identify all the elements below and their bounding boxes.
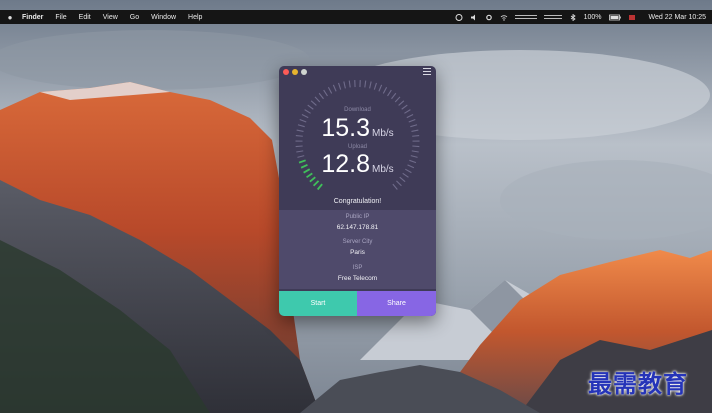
- minimize-button[interactable]: [292, 69, 298, 75]
- menu-help[interactable]: Help: [188, 14, 202, 21]
- menu-file[interactable]: File: [55, 14, 66, 21]
- status-area: 100% Wed 22 Mar 10:25: [455, 13, 706, 21]
- gauge-tick: [343, 81, 346, 89]
- gauge-tick: [327, 86, 333, 94]
- gauge-tick: [394, 96, 401, 103]
- download-speed: 15.3 Mb/s: [279, 114, 436, 143]
- start-button[interactable]: Start: [279, 291, 357, 316]
- upload-speed: 12.8 Mb/s: [279, 150, 436, 179]
- public-ip-label: Public IP: [345, 214, 370, 220]
- menu-bar: ● Finder File Edit View Go Window Help 1…: [0, 10, 712, 24]
- download-unit: Mb/s: [372, 128, 394, 139]
- gauge-tick: [396, 180, 402, 187]
- bluetooth-icon[interactable]: [569, 13, 577, 21]
- gauge-tick: [332, 84, 337, 92]
- zoom-button[interactable]: [301, 69, 307, 75]
- menu-clock[interactable]: Wed 22 Mar 10:25: [649, 14, 706, 21]
- gear-icon[interactable]: [485, 14, 493, 21]
- cpu-stats-icon[interactable]: [543, 14, 562, 21]
- gauge-tick: [364, 80, 367, 88]
- gauge-tick: [398, 100, 405, 106]
- wifi-icon[interactable]: [500, 14, 508, 21]
- share-button[interactable]: Share: [357, 291, 436, 316]
- flag-icon[interactable]: [628, 14, 636, 21]
- menu-icon[interactable]: [423, 68, 431, 75]
- battery-icon[interactable]: [608, 14, 621, 21]
- gauge-tick: [314, 96, 321, 103]
- volume-icon[interactable]: [470, 14, 478, 21]
- gauge-tick: [378, 84, 383, 92]
- server-city-label: Server City: [342, 239, 373, 245]
- public-ip-value: 62.147.178.81: [336, 224, 379, 231]
- speedtest-window: Download 15.3 Mb/s Upload 12.8 Mb/s Congra…: [279, 66, 436, 316]
- menu-edit[interactable]: Edit: [79, 14, 91, 21]
- connection-info-panel: Public IP 62.147.178.81 Server City Pari…: [279, 210, 436, 289]
- gauge-tick: [373, 82, 377, 90]
- upload-unit: Mb/s: [372, 164, 394, 175]
- menu-app-name[interactable]: Finder: [22, 14, 43, 21]
- isp-value: Free Telecom: [337, 275, 378, 282]
- gauge-tick: [316, 183, 323, 191]
- result-message: Congratulation!: [333, 198, 382, 205]
- gauge-tick: [312, 180, 320, 187]
- gauge-tick: [318, 92, 324, 100]
- desktop: ● Finder File Edit View Go Window Help 1…: [0, 0, 712, 413]
- server-city-value: Paris: [350, 249, 365, 256]
- gauge-tick: [382, 86, 388, 94]
- download-label: Download: [344, 107, 371, 113]
- download-value: 15.3: [321, 114, 370, 142]
- menu-window[interactable]: Window: [151, 14, 176, 21]
- gauge-tick: [338, 82, 342, 90]
- gauge-tick: [323, 89, 328, 97]
- network-stats-icon[interactable]: [514, 14, 537, 21]
- gauge-tick: [310, 100, 317, 106]
- battery-percent: 100%: [583, 13, 602, 21]
- menu-go[interactable]: Go: [130, 14, 139, 21]
- gauge-tick: [387, 89, 392, 97]
- close-button[interactable]: [283, 69, 289, 75]
- status-app-icon[interactable]: [455, 13, 463, 21]
- gauge-tick: [369, 81, 372, 89]
- gauge-tick: [391, 92, 397, 100]
- isp-label: ISP: [352, 265, 363, 271]
- apple-menu-icon[interactable]: ●: [6, 13, 14, 22]
- watermark: 最需教育: [588, 369, 688, 398]
- gauge-tick: [348, 80, 351, 88]
- upload-value: 12.8: [321, 150, 370, 178]
- menu-view[interactable]: View: [103, 14, 118, 21]
- gauge-tick: [392, 183, 398, 190]
